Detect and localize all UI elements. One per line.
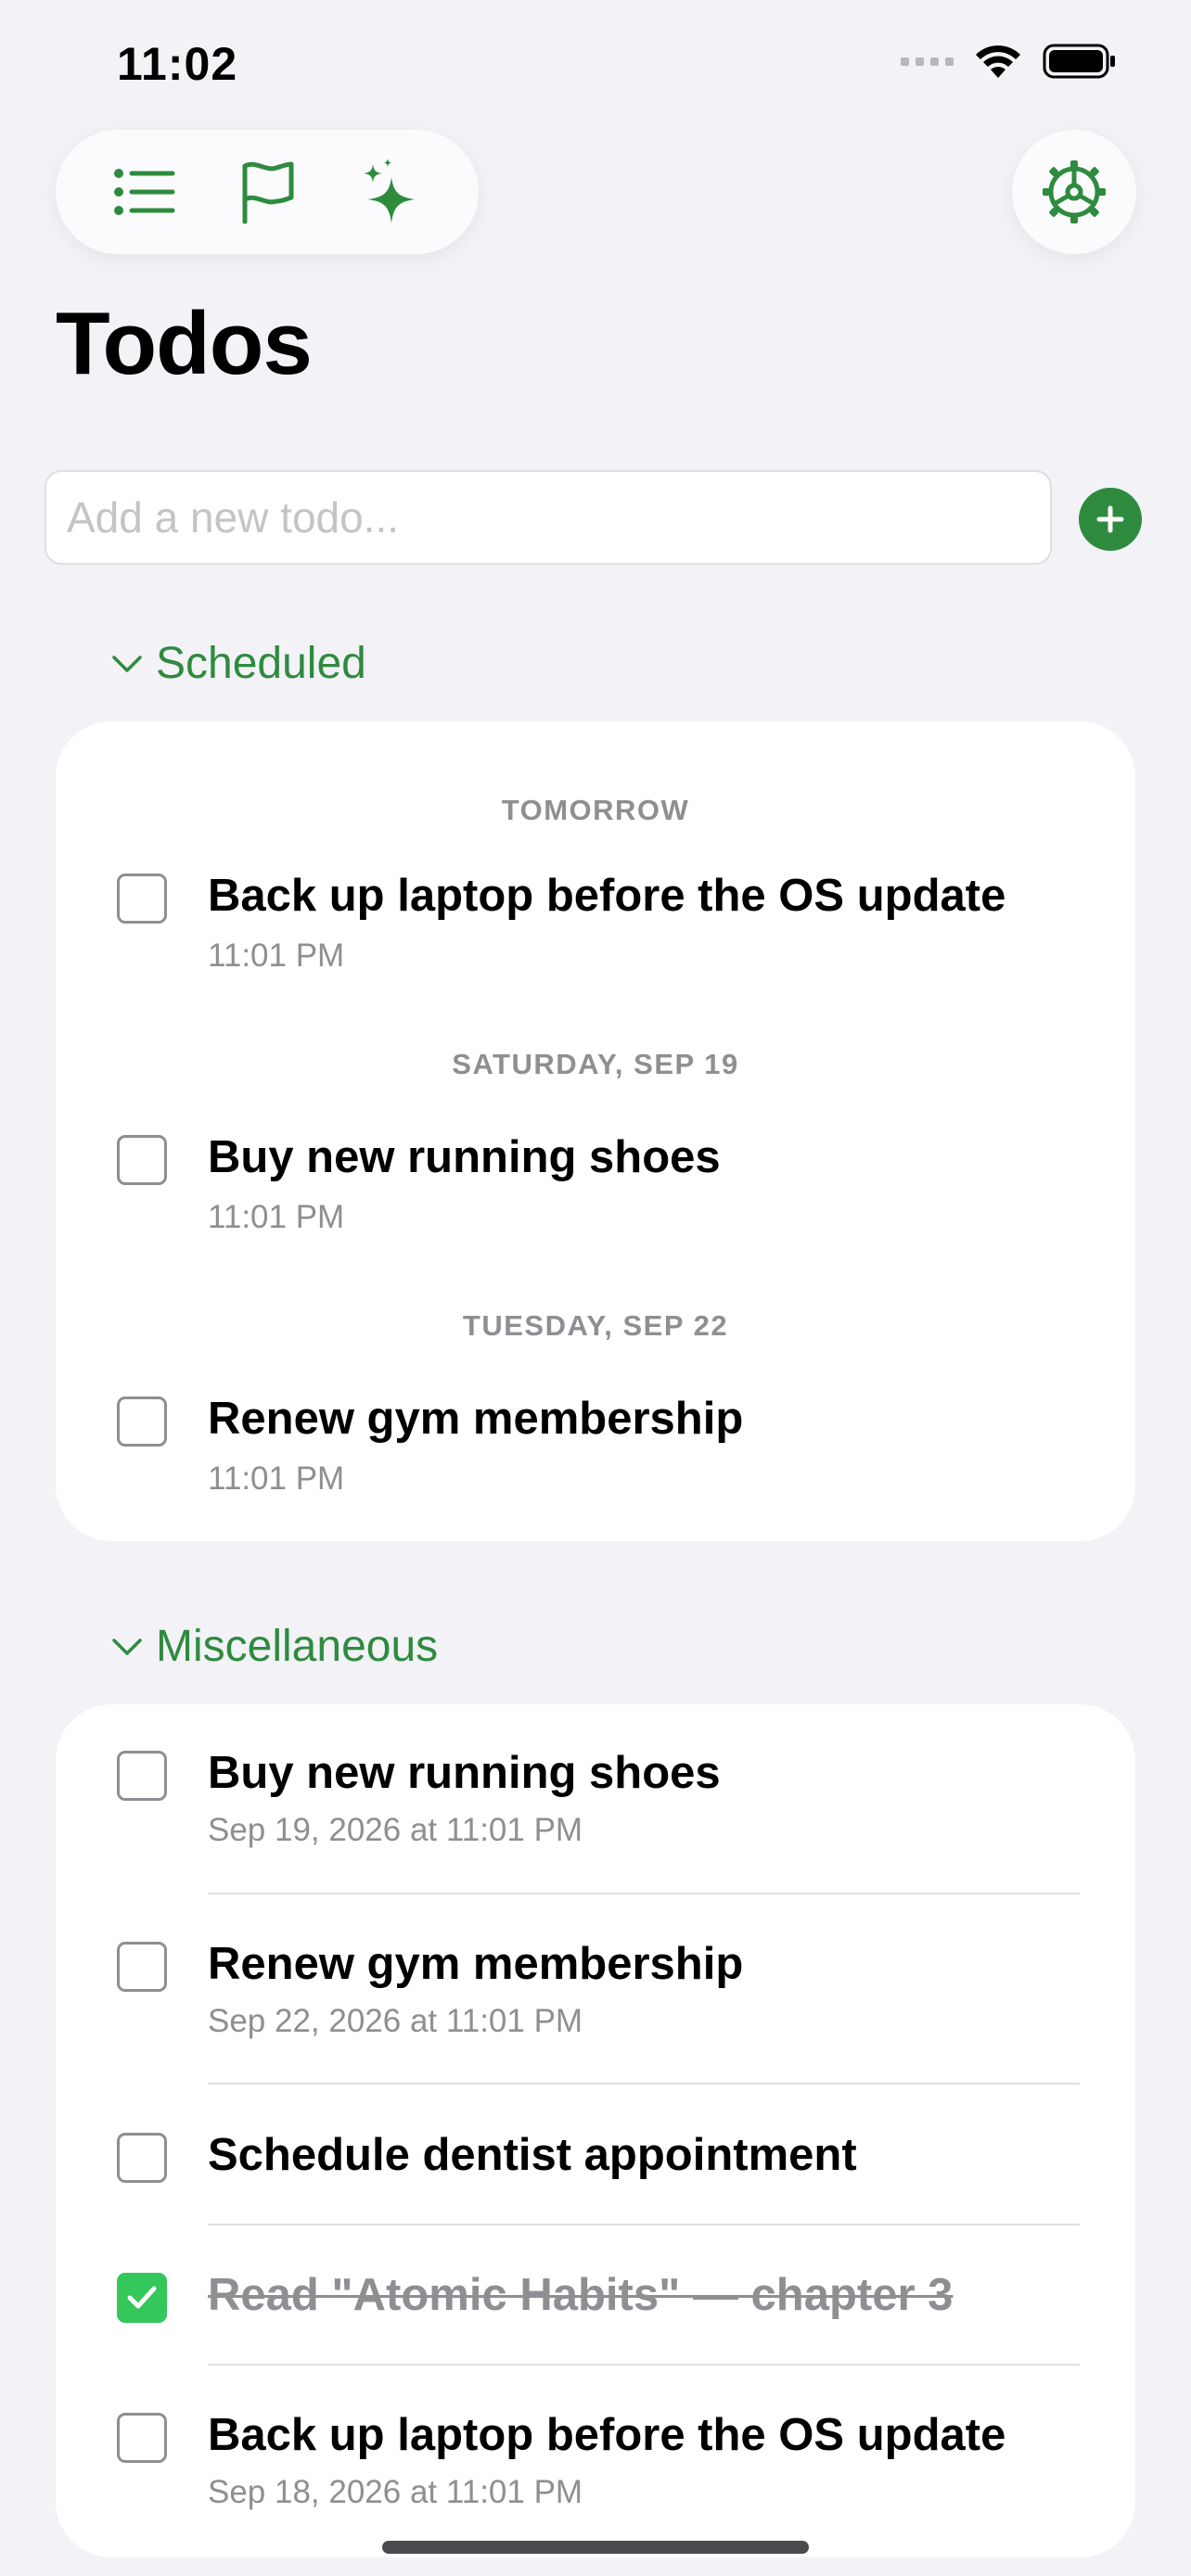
row-divider bbox=[208, 2083, 1080, 2085]
todo-date: Sep 18, 2026 at 11:01 PM bbox=[208, 2474, 583, 2510]
sparkles-icon bbox=[364, 159, 416, 223]
todo-checkbox[interactable] bbox=[117, 2413, 167, 2463]
row-divider bbox=[208, 2224, 1080, 2225]
date-header: TUESDAY, SEP 22 bbox=[462, 1309, 729, 1342]
todo-date: Sep 22, 2026 at 11:01 PM bbox=[208, 2003, 583, 2039]
row-divider bbox=[208, 2364, 1080, 2366]
new-todo-input[interactable] bbox=[45, 470, 1052, 565]
section-title: Scheduled bbox=[156, 639, 366, 688]
plus-icon bbox=[1096, 505, 1124, 533]
section-header-miscellaneous[interactable]: Miscellaneous bbox=[111, 1621, 438, 1672]
todo-title-completed: Read "Atomic Habits" — chapter 3 bbox=[208, 2270, 954, 2320]
todo-checkbox[interactable] bbox=[117, 1942, 167, 1992]
todo-date: Sep 19, 2026 at 11:01 PM bbox=[208, 1812, 583, 1848]
miscellaneous-card: Buy new running shoes Sep 19, 2026 at 11… bbox=[56, 1704, 1135, 2557]
flag-button[interactable] bbox=[225, 150, 309, 234]
list-button[interactable] bbox=[103, 150, 186, 234]
home-indicator bbox=[382, 2541, 809, 2554]
todo-title: Renew gym membership bbox=[208, 1939, 744, 1989]
todo-title: Renew gym membership bbox=[208, 1394, 744, 1444]
flag-icon bbox=[242, 161, 294, 224]
cellular-signal-icon bbox=[901, 57, 954, 66]
gear-icon bbox=[1043, 160, 1106, 223]
toolbar bbox=[56, 130, 479, 254]
section-title: Miscellaneous bbox=[156, 1622, 439, 1671]
settings-button[interactable] bbox=[1012, 130, 1136, 254]
todo-title: Buy new running shoes bbox=[208, 1748, 721, 1798]
todo-checkbox[interactable] bbox=[117, 1135, 167, 1185]
wifi-icon bbox=[976, 45, 1020, 78]
checkmark-icon bbox=[127, 2286, 157, 2309]
todo-title: Back up laptop before the OS update bbox=[208, 871, 1006, 921]
add-todo-button[interactable] bbox=[1079, 488, 1142, 551]
todo-checkbox[interactable] bbox=[117, 1396, 167, 1447]
todo-time: 11:01 PM bbox=[208, 1199, 345, 1235]
date-header: SATURDAY, SEP 19 bbox=[452, 1048, 739, 1080]
todo-checkbox[interactable] bbox=[117, 1751, 167, 1801]
todo-title: Schedule dentist appointment bbox=[208, 2130, 857, 2180]
page-title: Todos bbox=[56, 294, 313, 393]
todo-title: Buy new running shoes bbox=[208, 1132, 721, 1182]
todo-title: Back up laptop before the OS update bbox=[208, 2410, 1006, 2460]
todo-time: 11:01 PM bbox=[208, 1460, 345, 1497]
todo-time: 11:01 PM bbox=[208, 937, 345, 974]
chevron-down-icon bbox=[112, 1638, 142, 1655]
scheduled-card: TOMORROW Back up laptop before the OS up… bbox=[56, 721, 1135, 1541]
todo-checkbox-checked[interactable] bbox=[117, 2273, 167, 2323]
row-divider bbox=[208, 1893, 1080, 1894]
sparkles-button[interactable] bbox=[348, 150, 431, 234]
todo-checkbox[interactable] bbox=[117, 874, 167, 924]
status-time: 11:02 bbox=[117, 38, 238, 90]
chevron-down-icon bbox=[112, 655, 142, 672]
status-bar: 11:02 bbox=[0, 0, 1191, 130]
section-header-scheduled[interactable]: Scheduled bbox=[111, 638, 366, 689]
battery-icon bbox=[1043, 44, 1115, 79]
date-header: TOMORROW bbox=[501, 794, 690, 826]
status-icons bbox=[901, 43, 1117, 80]
todo-checkbox[interactable] bbox=[117, 2133, 167, 2183]
list-icon bbox=[114, 169, 175, 215]
